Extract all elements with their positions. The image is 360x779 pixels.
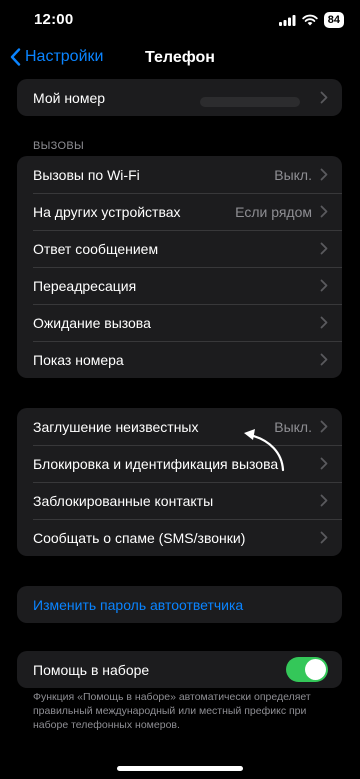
row-value: Выкл.: [274, 166, 312, 183]
row-label: Заблокированные контакты: [33, 492, 214, 509]
navigation-bar: Настройки Телефон: [0, 44, 360, 76]
redacted-phone-number: [200, 97, 300, 107]
row-label: Заглушение неизвестных: [33, 418, 199, 435]
page-title: Телефон: [145, 49, 215, 66]
row-label: Вызовы по Wi-Fi: [33, 166, 140, 183]
blocked-contacts-row[interactable]: Заблокированные контакты: [17, 482, 342, 519]
row-value: Если рядом: [235, 203, 312, 220]
row-label: Переадресация: [33, 277, 137, 294]
calls-section-header: ВЫЗОВЫ: [33, 140, 85, 152]
status-time: 12:00: [34, 11, 74, 28]
dial-assist-footer: Функция «Помощь в наборе» автоматически …: [33, 691, 311, 731]
report-spam-row[interactable]: Сообщать о спаме (SMS/звонки): [17, 519, 342, 556]
chevron-right-icon: [320, 494, 328, 507]
calls-group: Вызовы по Wi-Fi Выкл. На других устройст…: [17, 156, 342, 378]
dial-assist-toggle[interactable]: [286, 657, 328, 682]
dial-assist-label: Помощь в наборе: [33, 661, 150, 678]
chevron-right-icon: [320, 531, 328, 544]
chevron-right-icon: [320, 353, 328, 366]
row-label: Ответ сообщением: [33, 240, 159, 257]
other-devices-row[interactable]: На других устройствах Если рядом: [17, 193, 342, 230]
call-forwarding-row[interactable]: Переадресация: [17, 267, 342, 304]
row-label: На других устройствах: [33, 203, 181, 220]
dial-assist-row: Помощь в наборе: [17, 651, 342, 688]
cellular-signal-icon: [278, 14, 296, 26]
status-icons: 84: [278, 12, 344, 28]
wifi-calling-row[interactable]: Вызовы по Wi-Fi Выкл.: [17, 156, 342, 193]
respond-with-text-row[interactable]: Ответ сообщением: [17, 230, 342, 267]
chevron-right-icon: [320, 279, 328, 292]
wifi-icon: [302, 14, 318, 26]
chevron-right-icon: [320, 242, 328, 255]
row-label: Ожидание вызова: [33, 314, 151, 331]
row-label: Сообщать о спаме (SMS/звонки): [33, 529, 246, 546]
show-caller-id-row[interactable]: Показ номера: [17, 341, 342, 378]
battery-icon: 84: [323, 12, 344, 28]
call-waiting-row[interactable]: Ожидание вызова: [17, 304, 342, 341]
change-voicemail-password-button[interactable]: Изменить пароль автоответчика: [17, 586, 342, 623]
voicemail-group: Изменить пароль автоответчика: [17, 586, 342, 623]
chevron-right-icon: [320, 316, 328, 329]
chevron-right-icon: [320, 457, 328, 470]
voicemail-label: Изменить пароль автоответчика: [33, 596, 244, 613]
dial-assist-group: Помощь в наборе: [17, 651, 342, 688]
status-bar: 12:00 84: [0, 0, 360, 44]
chevron-right-icon: [320, 168, 328, 181]
chevron-right-icon: [320, 205, 328, 218]
chevron-right-icon: [320, 420, 328, 433]
chevron-right-icon: [320, 91, 328, 104]
row-label: Показ номера: [33, 351, 124, 368]
toggle-knob: [305, 659, 326, 680]
annotation-arrow-icon: [244, 429, 285, 472]
home-indicator[interactable]: [117, 766, 243, 771]
